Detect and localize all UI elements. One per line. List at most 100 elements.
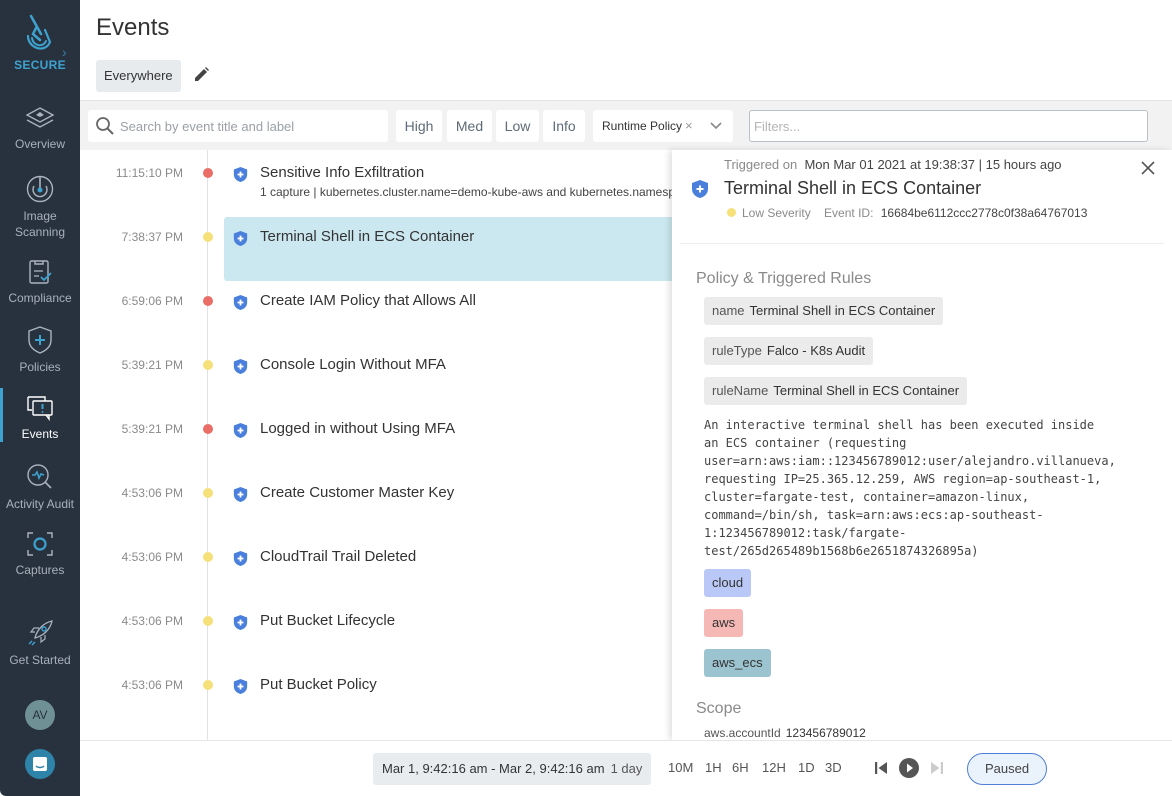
- scope-value: 123456789012: [785, 726, 866, 740]
- event-row[interactable]: 4:53:06 PM Create Customer Master Key: [80, 470, 672, 534]
- event-card[interactable]: [224, 217, 672, 281]
- event-title[interactable]: Terminal Shell in ECS Container: [260, 228, 474, 245]
- sidebar-item-compliance[interactable]: Compliance: [0, 258, 80, 306]
- policy-shield-icon: [233, 167, 248, 182]
- search-input[interactable]: [120, 110, 380, 142]
- severity-filter-med[interactable]: Med: [447, 110, 492, 142]
- event-title[interactable]: CloudTrail Trail Deleted: [260, 548, 416, 565]
- label-tag-aws-ecs[interactable]: aws_ecs: [704, 649, 771, 677]
- layers-icon: [25, 107, 55, 128]
- event-card[interactable]: [224, 537, 672, 601]
- event-title[interactable]: Put Bucket Lifecycle: [260, 612, 395, 629]
- filter-bar: High Med Low Info Runtime Policy ×: [80, 100, 1172, 150]
- scope-selector[interactable]: Everywhere: [96, 60, 181, 92]
- event-card[interactable]: [224, 345, 672, 409]
- event-detail-panel: Triggered on Mon Mar 01 2021 at 19:38:37…: [672, 150, 1172, 740]
- skip-forward-icon[interactable]: [929, 760, 945, 776]
- capture-icon: [27, 532, 53, 556]
- sidebar-item-image-scanning[interactable]: Image Scanning: [0, 174, 80, 240]
- event-row[interactable]: 4:53:06 PM Put Bucket Policy: [80, 662, 672, 726]
- event-type-select[interactable]: Runtime Policy ×: [593, 110, 733, 142]
- sidebar-item-captures[interactable]: Captures: [0, 530, 80, 578]
- range-option-6h[interactable]: 6H: [732, 760, 749, 775]
- search-icon: [96, 117, 114, 135]
- event-row[interactable]: 4:53:06 PM Put Bucket Lifecycle: [80, 598, 672, 662]
- policy-shield-icon: [233, 295, 248, 310]
- secure-logo-icon: [26, 14, 52, 50]
- event-title[interactable]: Put Bucket Policy: [260, 676, 377, 693]
- event-row[interactable]: 5:39:21 PM Logged in without Using MFA: [80, 406, 672, 470]
- sidebar-item-events[interactable]: Events: [0, 388, 80, 442]
- label-tag-aws[interactable]: aws: [704, 609, 744, 637]
- range-option-12h[interactable]: 12H: [762, 760, 786, 775]
- rule-key: ruleName: [712, 383, 769, 398]
- expand-chevron-icon[interactable]: ›: [62, 44, 67, 60]
- event-time: 4:53:06 PM: [121, 614, 183, 628]
- clear-type-icon[interactable]: ×: [685, 110, 693, 142]
- event-row[interactable]: 5:39:21 PM Console Login Without MFA: [80, 342, 672, 406]
- sidebar-item-label: Image Scanning: [14, 209, 66, 239]
- policy-section-title: Policy & Triggered Rules: [696, 270, 872, 287]
- event-row[interactable]: 6:59:06 PM Create IAM Policy that Allows …: [80, 278, 672, 342]
- event-row[interactable]: 11:15:10 PM Sensitive Info Exfiltration 1 …: [80, 150, 672, 214]
- range-option-3d[interactable]: 3D: [825, 760, 842, 775]
- sidebar-item-label: Events: [21, 427, 59, 441]
- event-subtitle: 1 capture | kubernetes.cluster.name=demo…: [260, 185, 672, 199]
- event-card[interactable]: [224, 473, 672, 537]
- time-range-duration: 1 day: [610, 761, 643, 776]
- event-title[interactable]: Logged in without Using MFA: [260, 420, 455, 437]
- range-option-1d[interactable]: 1D: [798, 760, 815, 775]
- policy-shield-icon: [233, 679, 248, 694]
- brand[interactable]: › SECURE: [0, 14, 80, 72]
- avatar[interactable]: AV: [25, 700, 55, 730]
- shield-plus-icon: [28, 326, 52, 354]
- time-range-selector[interactable]: Mar 1, 9:42:16 am - Mar 2, 9:42:16 am 1 d…: [373, 753, 652, 785]
- label-tag-cloud[interactable]: cloud: [704, 569, 752, 597]
- policy-shield-icon: [233, 487, 248, 502]
- rule-chip: ruleType Falco - K8s Audit: [704, 337, 874, 365]
- sidebar-item-policies[interactable]: Policies: [0, 325, 80, 375]
- range-option-10m[interactable]: 10M: [668, 760, 693, 775]
- event-row[interactable]: 4:53:06 PM CloudTrail Trail Deleted: [80, 534, 672, 598]
- policy-shield-icon: [233, 615, 248, 630]
- rule-key: name: [712, 303, 745, 318]
- chevron-down-icon[interactable]: [710, 121, 722, 131]
- scope-key: aws.accountId: [704, 726, 781, 740]
- severity-dot: [203, 488, 213, 498]
- severity-filter-info[interactable]: Info: [543, 110, 585, 142]
- sidebar-item-label: Captures: [15, 563, 65, 577]
- event-card[interactable]: [224, 409, 672, 473]
- event-type-value: Runtime Policy: [602, 119, 683, 133]
- event-time: 11:15:10 PM: [115, 166, 183, 180]
- event-time: 5:39:21 PM: [121, 422, 183, 436]
- live-status-button[interactable]: Paused: [967, 753, 1047, 785]
- rule-key: ruleType: [712, 343, 762, 358]
- close-icon[interactable]: [1140, 160, 1156, 176]
- severity-filter-low[interactable]: Low: [496, 110, 539, 142]
- skip-back-icon[interactable]: [873, 760, 889, 776]
- event-card[interactable]: [224, 601, 672, 665]
- sidebar-item-overview[interactable]: Overview: [0, 106, 80, 152]
- sidebar-item-get-started[interactable]: Get Started: [0, 618, 80, 668]
- sidebar-item-activity-audit[interactable]: Activity Audit: [0, 462, 80, 512]
- event-title[interactable]: Create IAM Policy that Allows All: [260, 292, 476, 309]
- range-option-1h[interactable]: 1H: [705, 760, 722, 775]
- severity-dot: [727, 208, 736, 217]
- event-card[interactable]: [224, 665, 672, 729]
- event-title[interactable]: Console Login Without MFA: [260, 356, 446, 373]
- event-title[interactable]: Create Customer Master Key: [260, 484, 454, 501]
- edit-pencil-icon[interactable]: [192, 66, 210, 84]
- sidebar: › SECURE Overview Image Scanning Complia…: [0, 0, 80, 796]
- severity-filter-high[interactable]: High: [396, 110, 442, 142]
- play-icon[interactable]: [898, 757, 920, 779]
- event-row[interactable]: 7:38:37 PM Terminal Shell in ECS Containe…: [80, 214, 672, 281]
- time-navigation-bar: Mar 1, 9:42:16 am - Mar 2, 9:42:16 am 1 d…: [80, 740, 1172, 796]
- time-range-value: Mar 1, 9:42:16 am - Mar 2, 9:42:16 am: [382, 761, 605, 776]
- event-card[interactable]: [224, 281, 672, 345]
- event-title[interactable]: Sensitive Info Exfiltration: [260, 164, 424, 181]
- filters-input[interactable]: [749, 110, 1148, 142]
- rule-value: Terminal Shell in ECS Container: [749, 303, 936, 318]
- detail-title: Terminal Shell in ECS Container: [724, 178, 982, 198]
- severity-dot: [203, 424, 213, 434]
- chat-support-button[interactable]: [25, 749, 55, 779]
